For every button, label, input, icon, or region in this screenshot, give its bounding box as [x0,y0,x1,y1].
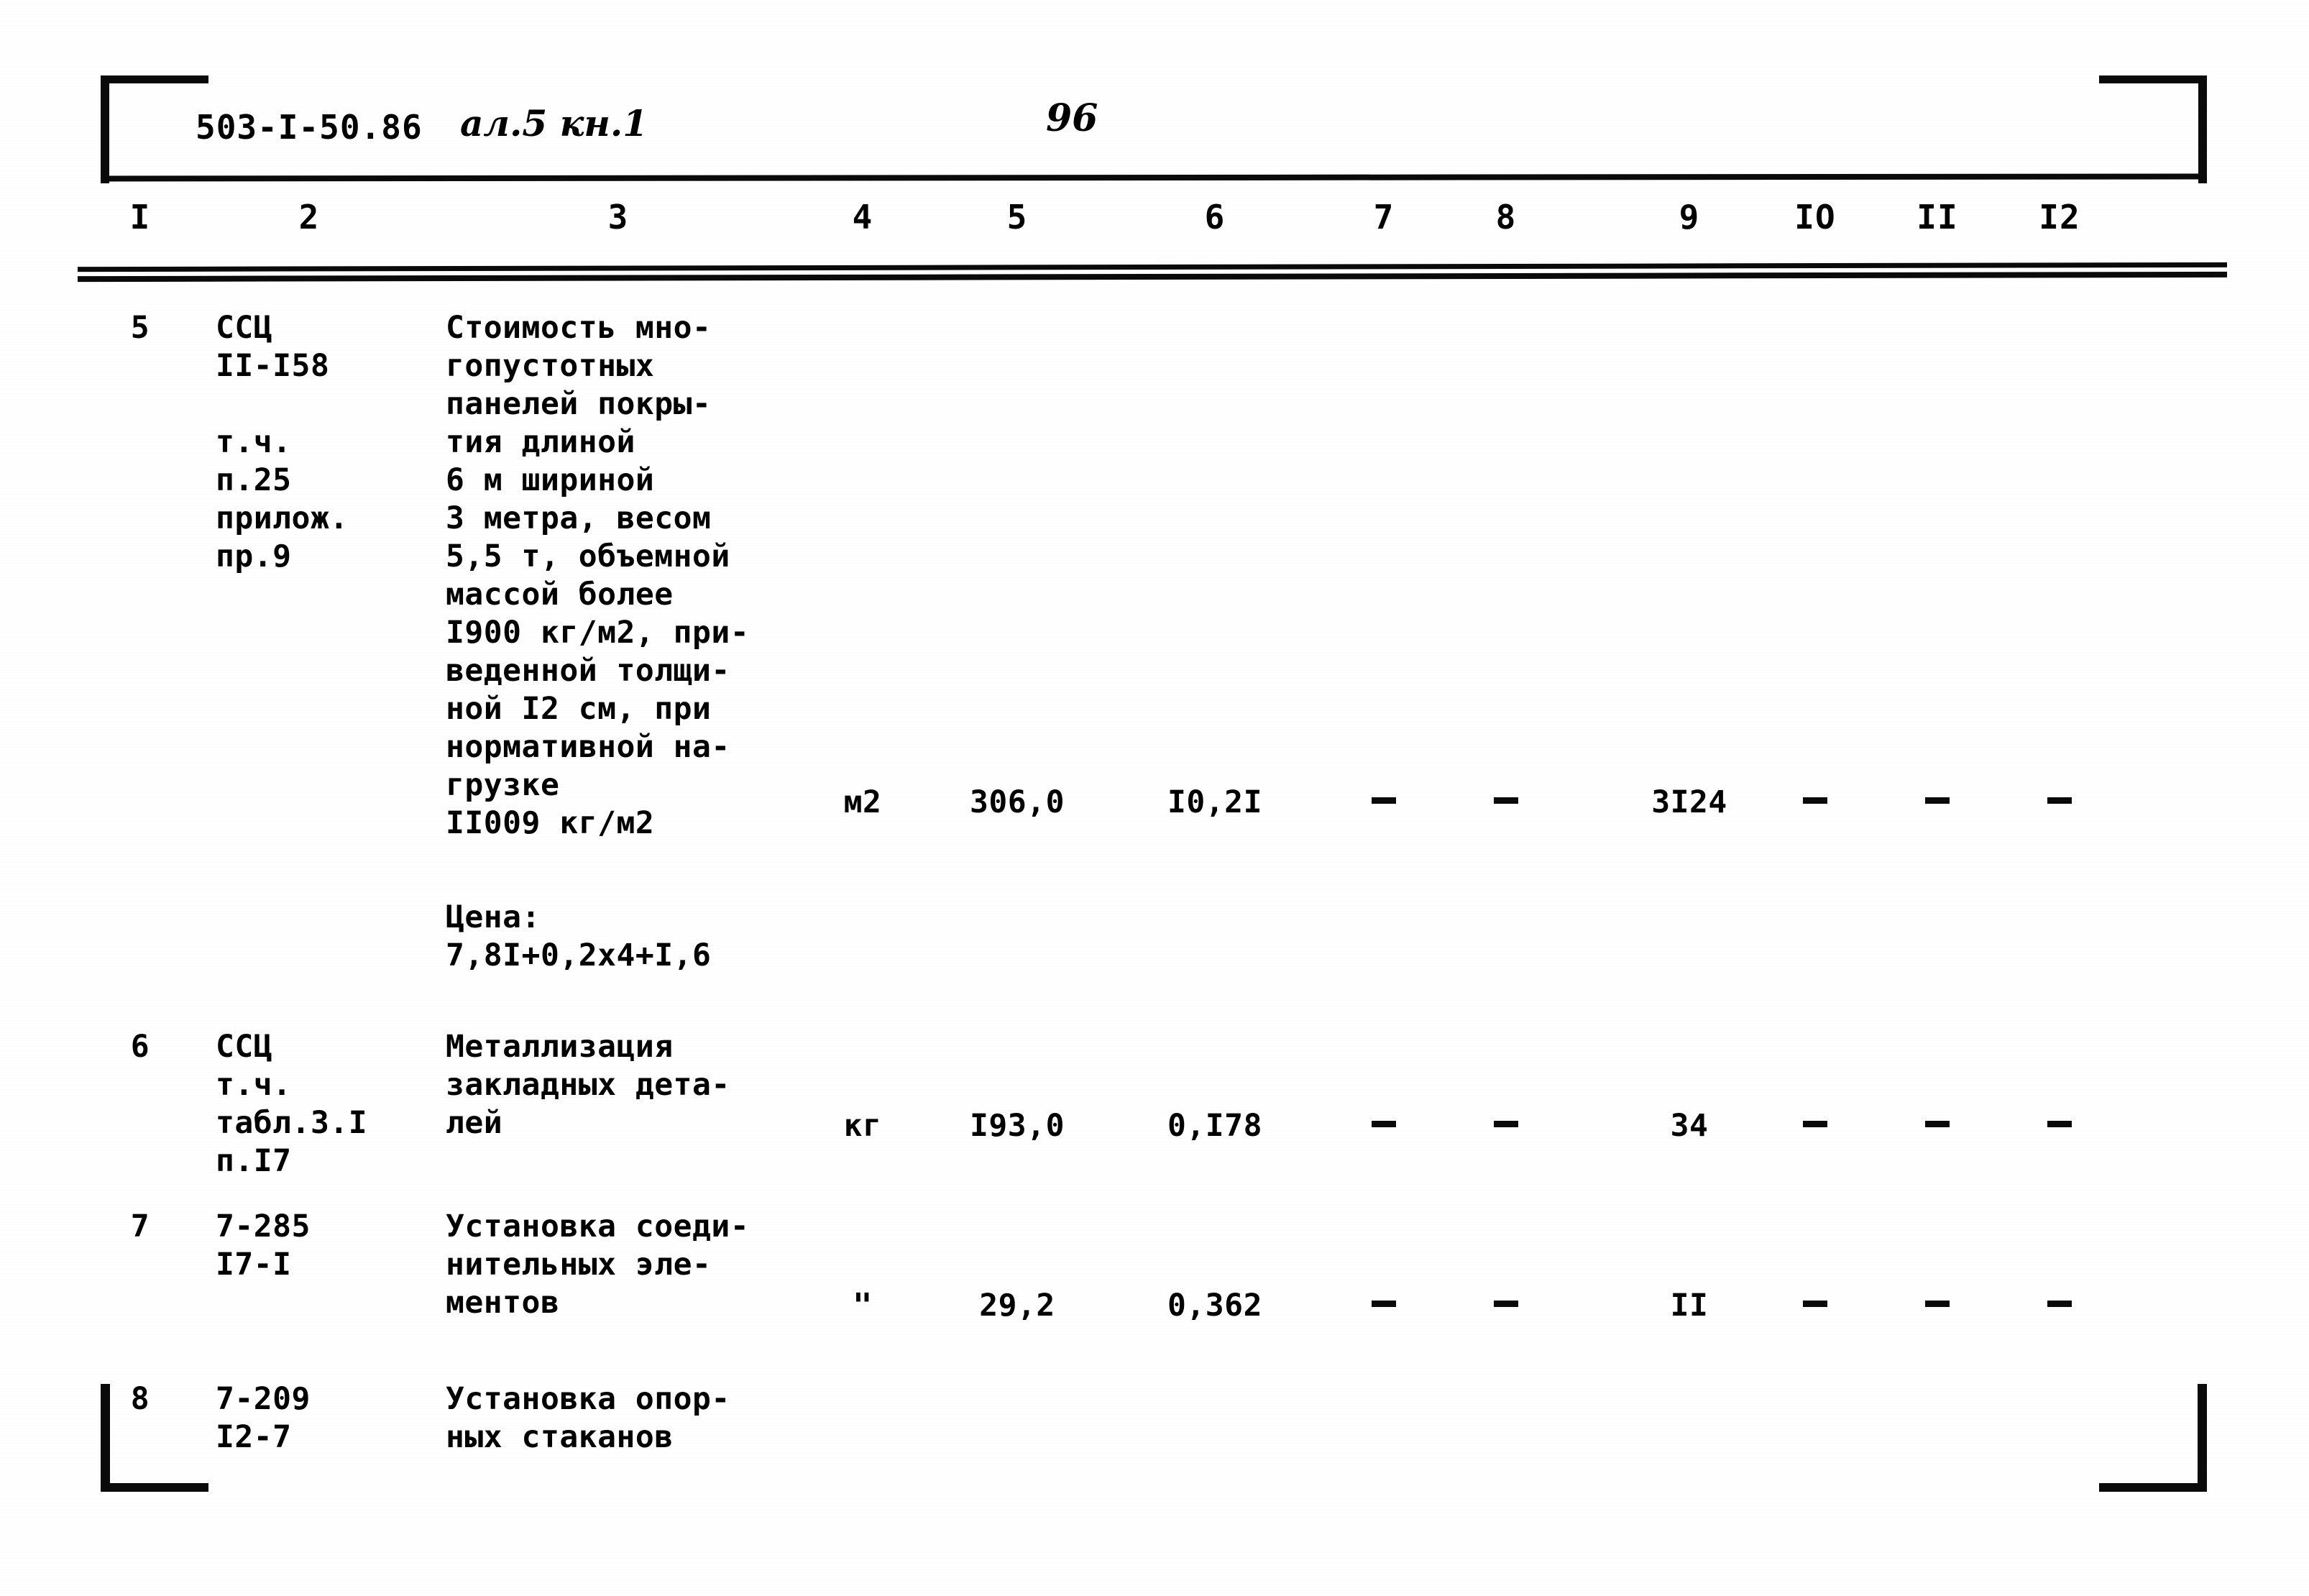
dash-glyph [1803,1300,1827,1307]
row-col7 [1344,1107,1423,1145]
row-description: Металлизация закладных дета- лей [446,1029,730,1141]
row-number: 5 [130,310,150,346]
table-rule-lower [77,271,2228,283]
corner-bracket-bottom-right [2099,1384,2207,1492]
row-col12 [2020,1287,2099,1325]
row-quantity: 29,2 [979,1288,1055,1324]
row-col10 [1776,1107,1855,1145]
row-total: II [1670,1288,1709,1324]
row-col8 [1466,784,1546,822]
row-description: Установка опор- ных стаканов [446,1381,730,1455]
table-column-headers: I 2 3 4 5 6 7 8 9 IO II I2 [0,198,2309,248]
header-rule [104,173,2208,182]
dash-glyph [1372,1300,1396,1307]
row-col7 [1344,784,1423,822]
row-code-reference: 7-209 I2-7 [216,1381,311,1455]
column-header-11: II [1916,198,1958,237]
row-unit: кг [843,1108,882,1144]
dash-glyph [1925,1300,1950,1307]
row-total: 34 [1670,1108,1709,1144]
column-header-8: 8 [1495,198,1517,237]
dash-glyph [1494,1300,1518,1307]
row-col10 [1776,784,1855,822]
row-unit-price: I0,2I [1167,784,1262,820]
row-quantity: I93,0 [970,1108,1065,1144]
dash-glyph [1372,1120,1396,1127]
dash-glyph [1494,1120,1518,1127]
dash-glyph [1803,797,1827,804]
row-col12 [2020,784,2099,822]
row-price-note: Цена: 7,8I+0,2x4+I,6 [446,899,712,973]
row-unit-price: 0,I78 [1167,1108,1262,1144]
row-quantity: 306,0 [970,784,1065,820]
dash-glyph [1803,1120,1827,1127]
column-header-12: I2 [2039,198,2080,237]
dash-glyph [1372,797,1396,804]
row-col11 [1898,784,1977,822]
row-description: Установка соеди- нительных эле- ментов [446,1209,750,1321]
dash-glyph [1925,797,1950,804]
row-unit: м2 [843,784,882,820]
column-header-3: 3 [607,198,629,237]
row-unit: " [809,1287,917,1326]
dash-glyph [1494,797,1518,804]
row-col10 [1776,1287,1855,1325]
row-col8 [1466,1287,1546,1325]
row-code-reference: ССЦ II-I58 т.ч. п.25 прилож. пр.9 [216,310,349,574]
row-number: 6 [130,1029,150,1065]
column-header-7: 7 [1373,198,1395,237]
column-header-4: 4 [852,198,873,237]
column-header-2: 2 [298,198,320,237]
row-col11 [1898,1107,1977,1145]
dash-glyph [1925,1120,1950,1127]
row-number: 7 [130,1209,150,1244]
album-annotation: ал.5 кн.1 [460,102,648,145]
column-header-5: 5 [1006,198,1028,237]
page-frame: 503-I-50.86 ал.5 кн.1 96 I 2 3 4 5 6 7 8 9 IO II I2… [0,0,2309,1596]
ditto-mark: " [852,1286,873,1325]
dash-glyph [2047,1120,2072,1127]
row-total: 3I24 [1651,784,1727,820]
row-col8 [1466,1107,1546,1145]
row-col12 [2020,1107,2099,1145]
row-code-reference: 7-285 I7-I [216,1209,311,1283]
column-header-10: IO [1794,198,1836,237]
document-header: 503-I-50.86 ал.5 кн.1 96 [0,96,2309,173]
table-rule-upper [77,262,2228,272]
row-code-reference: ССЦ т.ч. табл.3.I п.I7 [216,1029,368,1179]
row-description: Стоимость мно- гопустотных панелей покры… [446,310,750,841]
page-number: 96 [1046,96,1098,140]
row-number: 8 [130,1381,150,1417]
column-header-1: I [129,198,151,237]
row-unit-price: 0,362 [1167,1288,1262,1324]
document-code: 503-I-50.86 [196,108,423,147]
column-header-9: 9 [1679,198,1700,237]
row-col11 [1898,1287,1977,1325]
dash-glyph [2047,797,2072,804]
row-col7 [1344,1287,1423,1325]
column-header-6: 6 [1204,198,1226,237]
dash-glyph [2047,1300,2072,1307]
